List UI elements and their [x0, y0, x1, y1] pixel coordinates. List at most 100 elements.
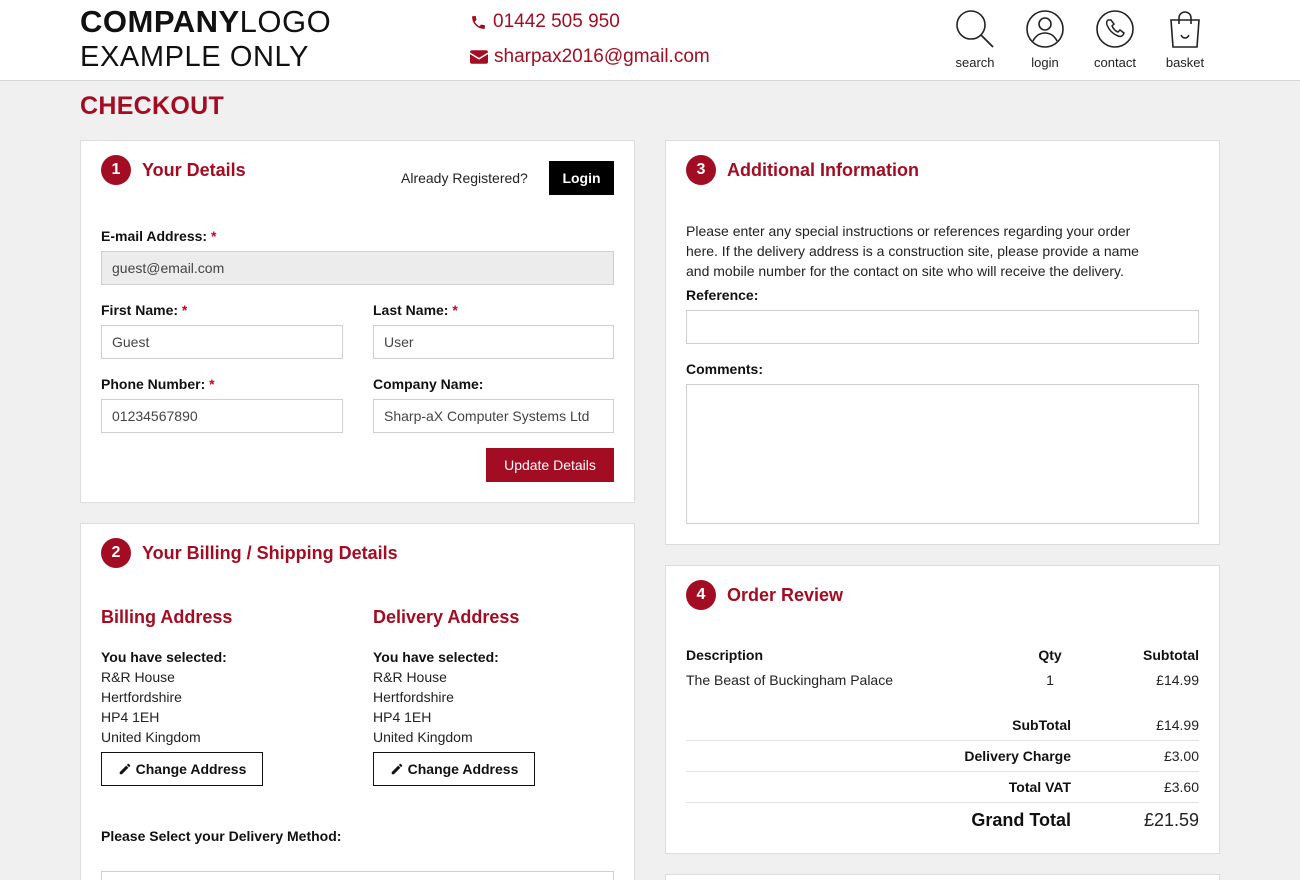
company-logo[interactable]: COMPANYLOGO EXAMPLE ONLY: [80, 6, 331, 72]
delivery-method-label: Please Select your Delivery Method:: [101, 828, 342, 844]
basket-icon: [1170, 11, 1200, 48]
reference-field[interactable]: [686, 310, 1199, 344]
instructions-line: and mobile number for the contact on sit…: [686, 263, 1124, 279]
step-number: 4: [686, 580, 716, 610]
nav-contact-label: contact: [1094, 55, 1136, 70]
phone-label: Phone Number: *: [101, 376, 215, 392]
login-button[interactable]: Login: [549, 161, 614, 195]
instructions-line: Please enter any special instructions or…: [686, 223, 1131, 239]
update-details-button[interactable]: Update Details: [486, 448, 614, 482]
section-title: Order Review: [727, 584, 844, 605]
nav-search-label: search: [955, 55, 995, 70]
col-qty: Qty: [1038, 647, 1062, 663]
search-icon: [956, 10, 994, 48]
col-description: Description: [686, 647, 764, 663]
address-line: HP4 1EH: [101, 709, 160, 725]
grand-total-label: Grand Total: [971, 810, 1071, 830]
next-panel: [665, 874, 1220, 880]
delivery-charge-value: £3.00: [1163, 748, 1199, 764]
required-mark: *: [209, 376, 215, 392]
delivery-address-title: Delivery Address: [373, 607, 520, 627]
nav-login-label: login: [1031, 55, 1059, 70]
address-line: R&R House: [101, 669, 175, 685]
section-title: Your Billing / Shipping Details: [142, 542, 398, 563]
header-phone[interactable]: 01442 505 950: [470, 11, 620, 33]
logo-light-text: LOGO: [239, 4, 332, 39]
site-header: COMPANYLOGO EXAMPLE ONLY 01442 505 950 s…: [0, 0, 1300, 81]
email-field[interactable]: guest@email.com: [101, 251, 614, 285]
phone-icon: [1096, 10, 1134, 48]
change-delivery-address-button[interactable]: Change Address: [373, 752, 535, 786]
envelope-icon: [470, 50, 488, 64]
your-details-header: 1 Your Details: [101, 155, 246, 185]
logo-tagline: EXAMPLE ONLY: [80, 41, 310, 73]
nav-contact[interactable]: contact: [1080, 8, 1150, 70]
nav-login[interactable]: login: [1010, 8, 1080, 70]
grand-total-value: £21.59: [1143, 810, 1199, 830]
page-title: CHECKOUT: [80, 92, 225, 120]
header-email[interactable]: sharpax2016@gmail.com: [470, 46, 710, 68]
address-line: R&R House: [373, 669, 447, 685]
divider: [686, 802, 1199, 803]
first-name-label-text: First Name:: [101, 302, 179, 318]
delivery-charge-label: Delivery Charge: [964, 748, 1071, 764]
item-description: The Beast of Buckingham Palace: [686, 672, 894, 688]
nav-search[interactable]: search: [940, 8, 1010, 70]
nav-basket[interactable]: basket: [1150, 8, 1220, 70]
company-label: Company Name:: [373, 376, 484, 392]
step-number: 3: [686, 155, 716, 185]
last-name-label-text: Last Name:: [373, 302, 449, 318]
instructions-line: here. If the delivery address is a const…: [686, 243, 1139, 259]
total-vat-label: Total VAT: [1008, 779, 1071, 795]
billing-address-title: Billing Address: [101, 607, 233, 627]
address-line: HP4 1EH: [373, 709, 432, 725]
billing-header: 2 Your Billing / Shipping Details: [101, 538, 398, 568]
header-phone-text: 01442 505 950: [493, 11, 620, 32]
nav-basket-label: basket: [1165, 55, 1205, 70]
selected-label: You have selected:: [373, 649, 499, 665]
total-vat-value: £3.60: [1163, 779, 1199, 795]
step-number: 1: [101, 155, 131, 185]
step-number: 2: [101, 538, 131, 568]
change-address-label: Change Address: [135, 761, 247, 777]
required-mark: *: [210, 228, 217, 244]
last-name-field[interactable]: User: [373, 325, 614, 359]
subtotal-value: £14.99: [1156, 717, 1199, 733]
address-line: Hertfordshire: [101, 689, 182, 705]
subtotal-label: SubTotal: [1012, 717, 1071, 733]
logo-bold-text: COMPANY: [80, 4, 240, 39]
address-line: United Kingdom: [101, 729, 201, 745]
phone-field[interactable]: 01234567890: [101, 399, 343, 433]
email-label: E-mail Address: *: [101, 228, 216, 244]
address-line: United Kingdom: [373, 729, 473, 745]
comments-textarea[interactable]: [686, 384, 1199, 524]
first-name-field[interactable]: Guest: [101, 325, 343, 359]
section-title: Additional Information: [727, 159, 919, 180]
section-title: Your Details: [142, 159, 246, 180]
last-name-label: Last Name: *: [373, 302, 458, 318]
instructions-text: Please enter any special instructions or…: [686, 221, 1139, 281]
order-review-header: 4 Order Review: [686, 580, 843, 610]
first-name-label: First Name: *: [101, 302, 187, 318]
company-field[interactable]: Sharp-aX Computer Systems Ltd: [373, 399, 614, 433]
delivery-address-block: You have selected: R&R House Hertfordshi…: [373, 647, 499, 747]
change-billing-address-button[interactable]: Change Address: [101, 752, 263, 786]
required-mark: *: [452, 302, 458, 318]
selected-label: You have selected:: [101, 649, 227, 665]
required-mark: *: [181, 302, 188, 318]
phone-label-text: Phone Number:: [101, 376, 206, 392]
pencil-icon: [391, 763, 402, 775]
reference-label: Reference:: [686, 287, 759, 303]
comments-label: Comments:: [686, 361, 764, 377]
user-icon: [1026, 10, 1064, 48]
change-address-label: Change Address: [407, 761, 519, 777]
pencil-icon: [119, 763, 130, 775]
divider: [686, 771, 1199, 772]
phone-small-icon: [472, 15, 485, 29]
item-qty: 1: [1046, 672, 1054, 688]
already-registered-text: Already Registered?: [401, 170, 528, 186]
delivery-method-select[interactable]: [101, 871, 614, 880]
email-label-text: E-mail Address:: [101, 228, 208, 244]
header-email-text: sharpax2016@gmail.com: [494, 46, 710, 67]
billing-address-block: You have selected: R&R House Hertfordshi…: [101, 647, 227, 747]
